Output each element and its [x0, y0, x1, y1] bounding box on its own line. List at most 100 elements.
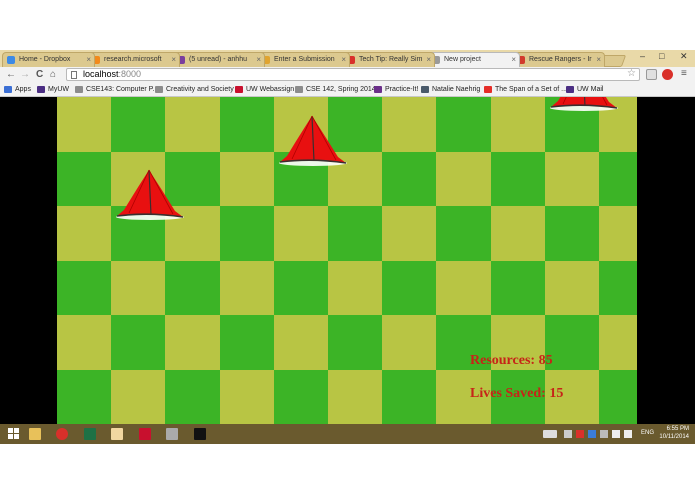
close-window-button[interactable]: ✕ [680, 50, 688, 62]
grid-cell[interactable] [219, 315, 275, 371]
bookmark-item[interactable]: Apps [4, 83, 31, 96]
grid-cell[interactable] [328, 260, 383, 316]
menu-icon[interactable]: ≡ [681, 67, 687, 81]
extension-shield-icon[interactable] [646, 69, 657, 80]
browser-tab[interactable]: (5 unread) - anhhu × [172, 52, 265, 67]
grid-cell[interactable] [273, 206, 329, 262]
taskbar-file-explorer-icon[interactable] [24, 425, 46, 443]
grid-cell[interactable] [328, 206, 383, 262]
tab-close-icon[interactable]: × [171, 53, 176, 67]
grid-cell[interactable] [382, 369, 438, 424]
taskbar-paint-icon[interactable] [106, 425, 128, 443]
browser-tab[interactable]: New project × [427, 52, 520, 67]
grid-cell[interactable] [436, 151, 492, 207]
tent-icon[interactable] [115, 166, 185, 222]
tab-close-icon[interactable]: × [256, 53, 261, 67]
grid-cell[interactable] [599, 206, 637, 262]
reload-button[interactable]: C [36, 68, 43, 82]
grid-cell[interactable] [436, 206, 492, 262]
tab-close-icon[interactable]: × [511, 53, 516, 67]
grid-cell[interactable] [57, 97, 112, 153]
address-bar[interactable]: localhost:8000 ☆ [66, 68, 640, 81]
taskbar-start-icon[interactable] [3, 425, 25, 443]
grid-cell[interactable] [490, 206, 546, 262]
tent-icon[interactable] [278, 112, 348, 168]
grid-cell[interactable] [57, 206, 112, 262]
grid-cell[interactable] [273, 315, 329, 371]
grid-cell[interactable] [273, 260, 329, 316]
grid-cell[interactable] [111, 97, 166, 153]
grid-cell[interactable] [382, 151, 438, 207]
grid-cell[interactable] [165, 260, 221, 316]
grid-cell[interactable] [57, 151, 112, 207]
home-button[interactable]: ⌂ [50, 68, 56, 82]
bookmark-item[interactable]: CSE143: Computer P... [75, 83, 158, 96]
bookmark-item[interactable]: The Span of a Set of ... [484, 83, 567, 96]
taskbar-settings-icon[interactable] [161, 425, 183, 443]
bookmark-item[interactable]: Natalie Naehrig [421, 83, 480, 96]
bookmark-item[interactable]: Creativity and Society [155, 83, 234, 96]
grid-cell[interactable] [111, 369, 166, 424]
keyboard-icon[interactable] [543, 430, 557, 438]
taskbar-excel-icon[interactable] [79, 425, 101, 443]
grid-cell[interactable] [165, 315, 221, 371]
grid-cell[interactable] [57, 369, 112, 424]
grid-cell[interactable] [111, 315, 166, 371]
grid-cell[interactable] [544, 206, 600, 262]
taskbar-terminal-icon[interactable] [189, 425, 211, 443]
grid-cell[interactable] [57, 260, 112, 316]
minimize-button[interactable]: – [640, 50, 645, 62]
grid-cell[interactable] [219, 151, 275, 207]
game-board[interactable]: Resources: 85 Lives Saved: 15 [57, 97, 637, 424]
grid-cell[interactable] [219, 369, 275, 424]
grid-cell[interactable] [165, 97, 221, 153]
forward-button[interactable]: → [20, 68, 30, 82]
grid-cell[interactable] [436, 260, 492, 316]
tab-close-icon[interactable]: × [86, 53, 91, 67]
volume-icon[interactable] [624, 430, 632, 438]
taskbar-chrome-icon[interactable] [51, 425, 73, 443]
grid-cell[interactable] [599, 260, 637, 316]
grid-cell[interactable] [57, 315, 112, 371]
grid-cell[interactable] [490, 151, 546, 207]
browser-tab[interactable]: Enter a Submission × [257, 52, 350, 67]
browser-tab[interactable]: Rescue Rangers - Ir × [512, 52, 605, 67]
bookmark-item[interactable]: Practice-It! [374, 83, 418, 96]
bookmark-star-icon[interactable]: ☆ [627, 68, 636, 79]
browser-tab[interactable]: Tech Tip: Really Sim × [342, 52, 435, 67]
grid-cell[interactable] [219, 97, 275, 153]
grid-cell[interactable] [490, 260, 546, 316]
grid-cell[interactable] [544, 151, 600, 207]
tab-close-icon[interactable]: × [341, 53, 346, 67]
grid-cell[interactable] [599, 315, 637, 371]
bookmark-item[interactable]: CSE 142, Spring 2014 [295, 83, 376, 96]
grid-cell[interactable] [328, 315, 383, 371]
browser-tab[interactable]: research.microsoft × [87, 52, 180, 67]
grid-cell[interactable] [544, 260, 600, 316]
bookmark-item[interactable]: UW Webassign [235, 83, 294, 96]
tab-close-icon[interactable]: × [596, 53, 601, 67]
extension-opera-icon[interactable] [662, 69, 673, 80]
bookmark-item[interactable]: UW Mail [566, 83, 603, 96]
grid-cell[interactable] [599, 151, 637, 207]
grid-cell[interactable] [436, 97, 492, 153]
grid-cell[interactable] [382, 97, 438, 153]
browser-tab[interactable]: Home - Dropbox × [2, 52, 95, 67]
tent-icon[interactable] [549, 97, 619, 113]
tab-close-icon[interactable]: × [426, 53, 431, 67]
bookmark-item[interactable]: MyUW [37, 83, 69, 96]
grid-cell[interactable] [382, 260, 438, 316]
taskbar-acrobat-icon[interactable] [134, 425, 156, 443]
tray-app-icon[interactable] [576, 430, 584, 438]
grid-cell[interactable] [273, 369, 329, 424]
tray-arrow-icon[interactable] [564, 430, 572, 438]
grid-cell[interactable] [599, 369, 637, 424]
grid-cell[interactable] [219, 206, 275, 262]
grid-cell[interactable] [490, 97, 546, 153]
taskbar-clock[interactable]: 6:55 PM 10/11/2014 [659, 425, 689, 441]
maximize-button[interactable]: □ [659, 50, 664, 62]
grid-cell[interactable] [219, 260, 275, 316]
language-indicator[interactable]: ENG [641, 430, 654, 436]
grid-cell[interactable] [544, 315, 600, 371]
grid-cell[interactable] [328, 369, 383, 424]
